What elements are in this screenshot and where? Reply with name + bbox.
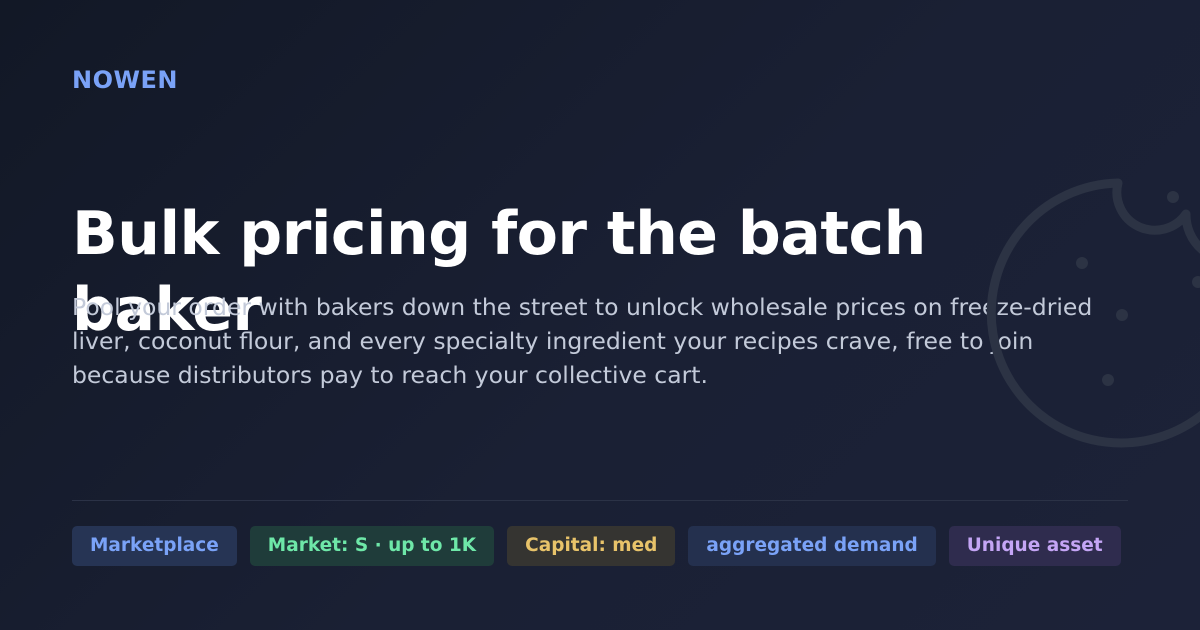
tag-market-size: Market: S · up to 1K bbox=[249, 526, 495, 566]
tag-unique-asset: Unique asset bbox=[948, 526, 1121, 566]
divider bbox=[72, 500, 1128, 501]
cookie-icon bbox=[986, 178, 1200, 448]
description: Pool your order with bakers down the str… bbox=[72, 293, 1093, 389]
tag-list: Marketplace Market: S · up to 1K Capital… bbox=[72, 526, 1121, 566]
tag-model: aggregated demand bbox=[688, 526, 936, 566]
tag-capital: Capital: med bbox=[507, 526, 676, 566]
brand-logo: NOWEN bbox=[72, 66, 178, 94]
tag-marketplace: Marketplace bbox=[72, 526, 237, 566]
